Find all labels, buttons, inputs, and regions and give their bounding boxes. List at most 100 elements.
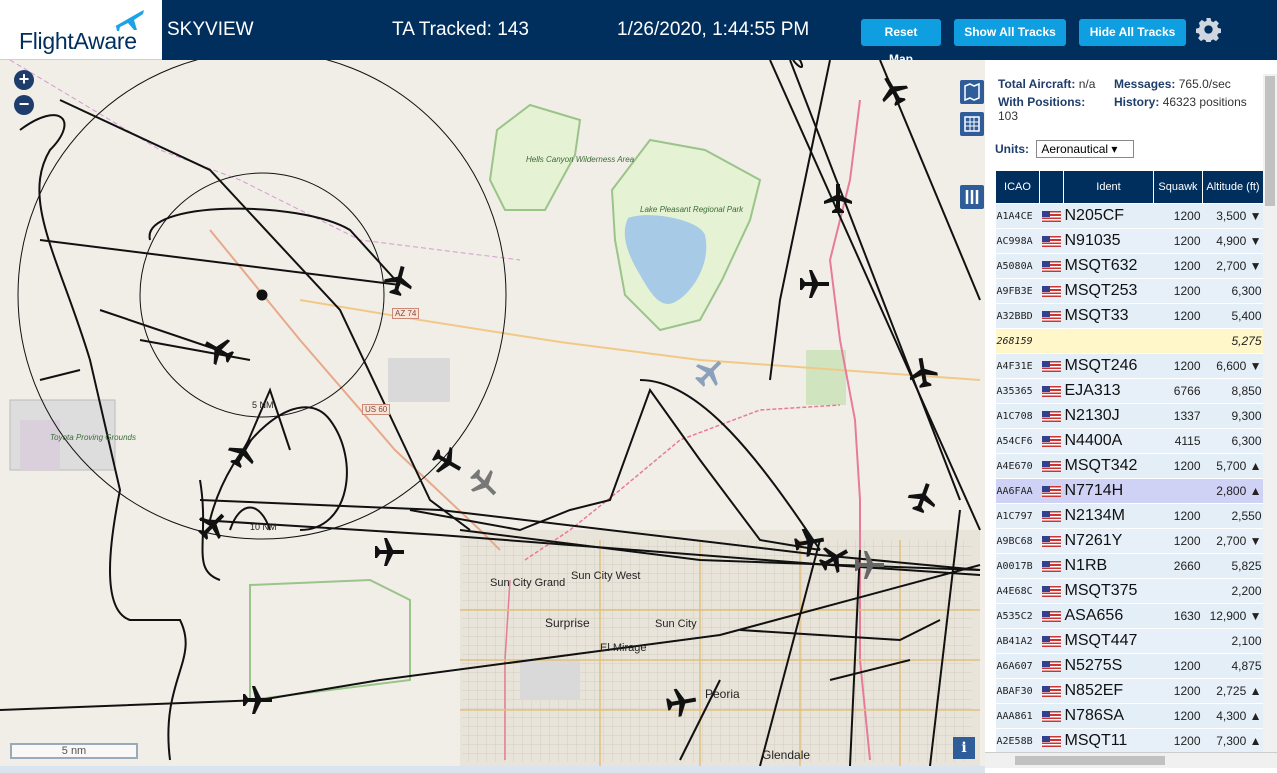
aircraft-icon[interactable] xyxy=(689,352,729,392)
table-row[interactable]: A4E670 MSQT342 1200 5,700 ▲ xyxy=(995,453,1264,479)
altitude-cell: 4,300 ▲ xyxy=(1202,703,1264,729)
table-row[interactable]: A6A607 N5275S 1200 4,875 xyxy=(995,653,1264,679)
info-button[interactable]: i xyxy=(953,737,975,759)
panel-scrollbar[interactable] xyxy=(1263,74,1277,752)
table-row[interactable]: AB41A2 MSQT447 2,100 xyxy=(995,628,1264,654)
scale-bar: 5 nm xyxy=(10,743,138,759)
col-squawk[interactable]: Squawk xyxy=(1153,170,1203,204)
map-layers-icon[interactable] xyxy=(960,80,984,104)
table-row[interactable]: A2E58B MSQT11 1200 7,300 ▲ xyxy=(995,728,1264,752)
aircraft-panel: Total Aircraft: n/a Messages: 765.0/sec … xyxy=(985,60,1277,752)
aircraft-icon[interactable] xyxy=(428,442,467,481)
map-view[interactable]: Hells Canyon Wilderness Area Lake Pleasa… xyxy=(0,60,985,766)
table-row[interactable]: A1A4CE N205CF 1200 3,500 ▼ xyxy=(995,203,1264,229)
aircraft-icon[interactable] xyxy=(375,538,404,566)
aircraft-icon[interactable] xyxy=(199,331,238,370)
table-row[interactable]: A1C797 N2134M 1200 2,550 xyxy=(995,503,1264,529)
ident-cell: MSQT632 xyxy=(1063,253,1154,279)
show-all-tracks-button[interactable]: Show All Tracks xyxy=(954,19,1066,46)
zoom-in-button[interactable]: + xyxy=(14,70,34,90)
table-row[interactable]: A4F31E MSQT246 1200 6,600 ▼ xyxy=(995,353,1264,379)
ident-cell xyxy=(1063,328,1154,354)
squawk-cell: 1200 xyxy=(1153,728,1203,752)
aircraft-icon[interactable] xyxy=(243,686,272,714)
panel-scrollbar-thumb[interactable] xyxy=(1265,76,1275,206)
panel-horizontal-scrollbar-thumb[interactable] xyxy=(1015,756,1165,765)
us-flag-icon xyxy=(1042,286,1061,298)
flag-cell xyxy=(1039,553,1064,579)
altitude-cell: 5,700 ▲ xyxy=(1202,453,1264,479)
col-icao[interactable]: ICAO xyxy=(995,170,1040,204)
altitude-cell: 3,500 ▼ xyxy=(1202,203,1264,229)
table-row[interactable]: A535C2 ASA656 1630 12,900 ▼ xyxy=(995,603,1264,629)
aircraft-icon[interactable] xyxy=(874,71,913,110)
table-row[interactable]: A1C708 N2130J 1337 9,300 xyxy=(995,403,1264,429)
gear-icon[interactable] xyxy=(1196,17,1221,42)
table-row[interactable]: 268159 5,275 xyxy=(995,328,1264,354)
altitude-cell: 12,900 ▼ xyxy=(1202,603,1264,629)
table-row[interactable]: A35365 EJA313 6766 8,850 xyxy=(995,378,1264,404)
units-row: Units: Aeronautical ▾ xyxy=(995,140,1135,158)
label-lake-pleasant: Lake Pleasant Regional Park xyxy=(640,205,744,214)
ident-cell: N786SA xyxy=(1063,703,1154,729)
col-flag[interactable] xyxy=(1039,170,1064,204)
altitude-cell: 5,400 xyxy=(1202,303,1264,329)
columns-toggle-icon[interactable] xyxy=(960,185,984,209)
hide-all-tracks-button[interactable]: Hide All Tracks xyxy=(1079,19,1186,46)
grid-overlay-icon[interactable] xyxy=(960,112,984,136)
table-row[interactable]: A9BC68 N7261Y 1200 2,700 ▼ xyxy=(995,528,1264,554)
ident-cell: N2134M xyxy=(1063,503,1154,529)
table-row[interactable]: AAA861 N786SA 1200 4,300 ▲ xyxy=(995,703,1264,729)
table-row[interactable]: ABAF30 N852EF 1200 2,725 ▲ xyxy=(995,678,1264,704)
col-altitude[interactable]: Altitude (ft) xyxy=(1202,170,1264,204)
us-flag-icon xyxy=(1042,311,1061,323)
aircraft-icon[interactable] xyxy=(382,263,417,298)
total-aircraft-value: n/a xyxy=(1078,77,1096,91)
us-flag-icon xyxy=(1042,636,1061,648)
label-az74: AZ 74 xyxy=(392,308,420,319)
squawk-cell: 1630 xyxy=(1153,603,1203,629)
squawk-cell: 1200 xyxy=(1153,678,1203,704)
us-flag-icon xyxy=(1042,661,1061,673)
table-row[interactable]: A9FB3E MSQT253 1200 6,300 xyxy=(995,278,1264,304)
table-row[interactable]: AC998A N91035 1200 4,900 ▼ xyxy=(995,228,1264,254)
altitude-cell: 2,200 xyxy=(1202,578,1264,604)
table-row[interactable]: A54CF6 N4400A 4115 6,300 xyxy=(995,428,1264,454)
table-row[interactable]: A4E68C MSQT375 2,200 xyxy=(995,578,1264,604)
units-select[interactable]: Aeronautical ▾ xyxy=(1036,140,1135,158)
altitude-cell: 2,100 xyxy=(1202,628,1264,654)
ident-cell: MSQT375 xyxy=(1063,578,1154,604)
squawk-cell: 1200 xyxy=(1153,503,1203,529)
panel-horizontal-scrollbar[interactable] xyxy=(985,752,1277,768)
icao-cell: AC998A xyxy=(995,228,1040,254)
flightaware-logo[interactable]: FlightAware xyxy=(0,0,162,60)
aircraft-icon[interactable] xyxy=(905,479,941,516)
col-ident[interactable]: Ident xyxy=(1063,170,1154,204)
map-canvas xyxy=(0,60,981,766)
altitude-cell: 7,300 ▲ xyxy=(1202,728,1264,752)
aircraft-icon[interactable] xyxy=(223,433,262,472)
range-ring-5nm-label: 5 NM xyxy=(252,400,274,410)
icao-cell: A4E68C xyxy=(995,578,1040,604)
squawk-cell: 1200 xyxy=(1153,278,1203,304)
table-row[interactable]: A32BBD MSQT33 1200 5,400 xyxy=(995,303,1264,329)
aircraft-icon[interactable] xyxy=(464,463,504,503)
total-aircraft-label: Total Aircraft: xyxy=(998,77,1076,91)
aircraft-icon[interactable] xyxy=(800,270,829,298)
table-row[interactable]: A0017B N1RB 2660 5,825 xyxy=(995,553,1264,579)
us-flag-icon xyxy=(1042,711,1061,723)
squawk-cell xyxy=(1153,578,1203,604)
flag-cell xyxy=(1039,278,1064,304)
label-sun-city-grand: Sun City Grand xyxy=(490,577,566,589)
zoom-out-button[interactable]: − xyxy=(14,95,34,115)
label-surprise: Surprise xyxy=(545,616,590,630)
altitude-cell: 2,700 ▼ xyxy=(1202,253,1264,279)
altitude-cell: 2,550 xyxy=(1202,503,1264,529)
us-flag-icon xyxy=(1042,586,1061,598)
table-row[interactable]: A5080A MSQT632 1200 2,700 ▼ xyxy=(995,253,1264,279)
reset-map-button[interactable]: Reset Map xyxy=(861,19,941,66)
altitude-cell: 2,700 ▼ xyxy=(1202,528,1264,554)
ta-tracked-count: TA Tracked: 143 xyxy=(392,19,529,40)
flag-cell xyxy=(1039,403,1064,429)
table-row[interactable]: AA6FAA N7714H 2,800 ▲ xyxy=(995,478,1264,504)
